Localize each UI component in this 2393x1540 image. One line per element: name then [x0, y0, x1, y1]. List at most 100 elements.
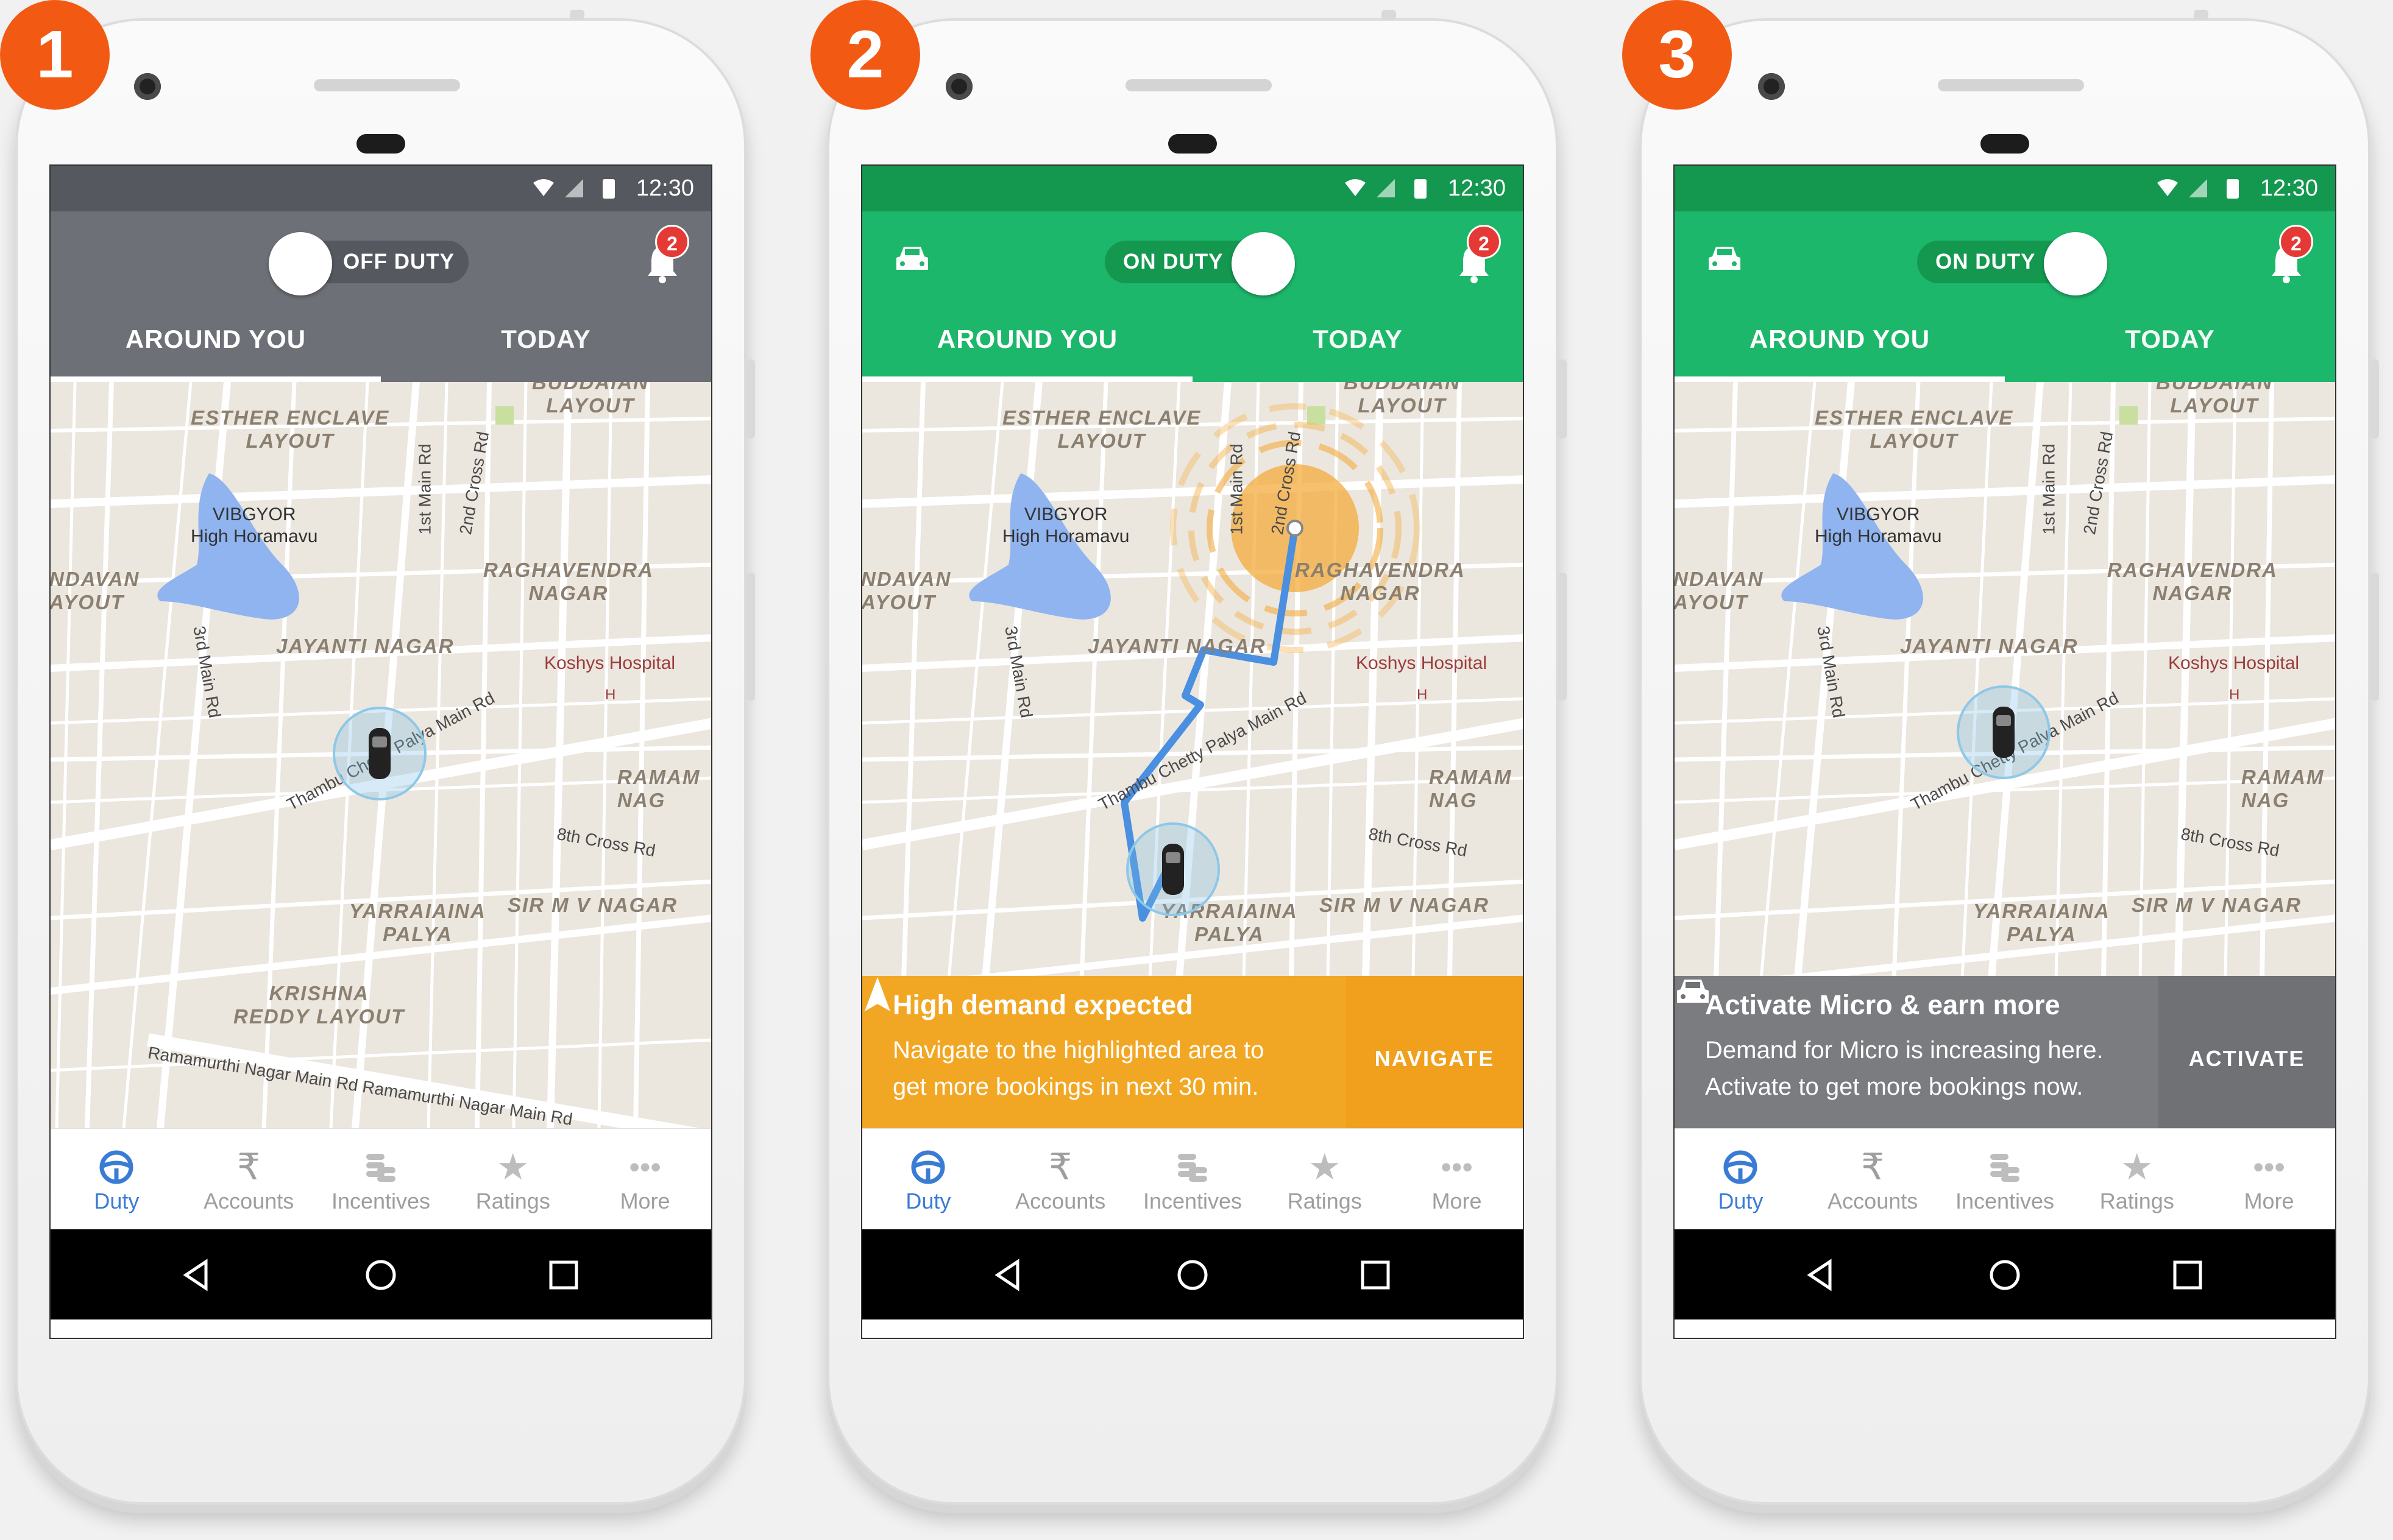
activate-button-label: ACTIVATE — [2188, 1046, 2305, 1071]
nav-incentives[interactable]: Incentives — [315, 1129, 447, 1229]
nav-duty[interactable]: Duty — [1675, 1129, 1807, 1229]
signal-icon — [565, 179, 583, 197]
nav-more[interactable]: ••• More — [2203, 1129, 2335, 1229]
phone-mockup-3: 12:30 ON DUTY 2 AROUND YOU TODAY ESTHER … — [1622, 0, 2379, 1505]
nav-duty[interactable]: Duty — [51, 1129, 183, 1229]
nav-label: Duty — [94, 1189, 140, 1213]
map-area-label: RAGHAVENDRA NAGAR — [2107, 559, 2278, 604]
map-view[interactable]: ESTHER ENCLAVE LAYOUT BUDDAIAN LAYOUT NDAV… — [1675, 382, 2335, 1128]
map-area-label: RAGHAVENDRA NAGAR — [483, 559, 654, 604]
step-number-badge: 3 — [1622, 0, 1732, 110]
rupee-icon: ₹ — [1861, 1146, 1885, 1187]
tab-today[interactable]: TODAY — [381, 306, 711, 382]
nav-more[interactable]: ••• More — [579, 1129, 711, 1229]
system-navigation-bar — [862, 1229, 1523, 1319]
tab-today[interactable]: TODAY — [2005, 306, 2335, 382]
star-icon: ★ — [1308, 1146, 1341, 1187]
car-location-marker[interactable] — [1955, 683, 2052, 781]
nav-label: Duty — [1718, 1189, 1764, 1213]
nav-duty[interactable]: Duty — [862, 1129, 994, 1229]
star-icon: ★ — [2120, 1146, 2154, 1187]
car-icon[interactable] — [1706, 243, 1743, 275]
map-area-label: ESTHER ENCLAVE LAYOUT — [1002, 406, 1202, 452]
banner-text: Activate Micro & earn more Demand for Mi… — [1675, 976, 2158, 1128]
nav-ratings[interactable]: ★ Ratings — [2071, 1129, 2203, 1229]
tab-around-you[interactable]: AROUND YOU — [862, 306, 1193, 382]
duty-toggle[interactable]: ON DUTY — [1105, 232, 1295, 295]
recents-icon[interactable] — [2169, 1257, 2206, 1293]
map-area-label: SIR M V NAGAR — [508, 894, 678, 916]
nav-label: Accounts — [204, 1189, 294, 1213]
battery-icon — [2227, 179, 2239, 199]
activate-micro-banner: Activate Micro & earn more Demand for Mi… — [1675, 976, 2335, 1128]
map-area-label: SIR M V NAGAR — [1319, 894, 1490, 916]
home-icon[interactable] — [363, 1257, 399, 1293]
nav-accounts[interactable]: ₹ Accounts — [1807, 1129, 1939, 1229]
navigate-button[interactable]: NAVIGATE — [865, 976, 1523, 1128]
recents-icon[interactable] — [1357, 1257, 1394, 1293]
more-dots-icon: ••• — [1441, 1150, 1473, 1184]
tab-around-you[interactable]: AROUND YOU — [51, 306, 381, 382]
navigate-button-label: NAVIGATE — [1374, 1046, 1495, 1071]
nav-label: Ratings — [2099, 1189, 2174, 1213]
more-dots-icon: ••• — [629, 1150, 661, 1184]
nav-accounts[interactable]: ₹ Accounts — [183, 1129, 315, 1229]
back-icon[interactable] — [179, 1257, 215, 1293]
map-area-label: NDAVAN AYOUT — [51, 568, 140, 613]
map-poi-label: VIBGYOR High Horamavu — [1002, 504, 1130, 546]
home-icon[interactable] — [1174, 1257, 1211, 1293]
map-poi-label: Koshys Hospital — [1356, 653, 1487, 673]
tab-today[interactable]: TODAY — [1193, 306, 1523, 382]
activate-button[interactable]: ACTIVATE — [1677, 976, 2335, 1128]
status-bar: 12:30 — [51, 166, 711, 211]
power-button — [1558, 573, 1567, 701]
map-view[interactable]: ESTHER ENCLAVE LAYOUT BUDDAIAN LAYOUT NDAV… — [862, 382, 1523, 1128]
back-icon[interactable] — [1803, 1257, 1839, 1293]
nav-ratings[interactable]: ★ Ratings — [1258, 1129, 1391, 1229]
top-button — [1381, 10, 1396, 19]
rupee-icon: ₹ — [237, 1146, 261, 1187]
car-icon — [1162, 844, 1184, 895]
nav-label: Ratings — [1287, 1189, 1362, 1213]
status-icons — [533, 179, 615, 199]
nav-label: Incentives — [331, 1189, 431, 1213]
signal-icon — [2189, 179, 2207, 197]
car-location-marker[interactable] — [331, 705, 428, 802]
high-demand-banner: High demand expected Navigate to the hig… — [862, 976, 1523, 1128]
hospital-marker-icon: H — [1417, 687, 1428, 703]
map-area-label: JAYANTI NAGAR — [1088, 635, 1266, 657]
banner-description: Navigate to the highlighted area to get m… — [893, 1037, 1264, 1100]
volume-button — [1558, 359, 1567, 439]
nav-incentives[interactable]: Incentives — [1127, 1129, 1259, 1229]
map-area-label: ESTHER ENCLAVE LAYOUT — [1815, 406, 2014, 452]
map-view[interactable]: ESTHER ENCLAVE LAYOUT BUDDAIAN LAYOUT NDAV… — [51, 382, 711, 1128]
nav-more[interactable]: ••• More — [1391, 1129, 1523, 1229]
earpiece-speaker — [314, 79, 460, 91]
notification-count-badge: 2 — [1467, 225, 1501, 259]
top-button — [2194, 10, 2208, 19]
app-bar: ON DUTY 2 — [862, 211, 1523, 306]
car-location-marker[interactable] — [1124, 821, 1222, 918]
nav-accounts[interactable]: ₹ Accounts — [994, 1129, 1127, 1229]
nav-label: Incentives — [1143, 1189, 1243, 1213]
power-button — [746, 573, 755, 701]
banner-title: Activate Micro & earn more — [1705, 989, 2060, 1020]
duty-toggle[interactable]: ON DUTY — [1917, 232, 2107, 295]
back-icon[interactable] — [990, 1257, 1027, 1293]
duty-toggle[interactable]: OFF DUTY — [269, 232, 469, 295]
tab-around-you[interactable]: AROUND YOU — [1675, 306, 2005, 382]
bottom-navigation: Duty ₹ Accounts Incentives ★ Ratings •••… — [51, 1128, 711, 1229]
car-icon[interactable] — [894, 243, 931, 275]
nav-label: Accounts — [1828, 1189, 1918, 1213]
map-area-label: JAYANTI NAGAR — [1900, 635, 2079, 657]
nav-ratings[interactable]: ★ Ratings — [447, 1129, 579, 1229]
earpiece-speaker — [1938, 79, 2084, 91]
map-road-label: 1st Main Rd — [415, 443, 434, 535]
earpiece-speaker — [1126, 79, 1272, 91]
map-area-label: RAMAM NAG — [2241, 766, 2325, 811]
nav-incentives[interactable]: Incentives — [1939, 1129, 2071, 1229]
duty-toggle-label: ON DUTY — [1935, 250, 2036, 274]
proximity-sensor — [1168, 134, 1217, 154]
recents-icon[interactable] — [545, 1257, 582, 1293]
home-icon[interactable] — [1987, 1257, 2023, 1293]
